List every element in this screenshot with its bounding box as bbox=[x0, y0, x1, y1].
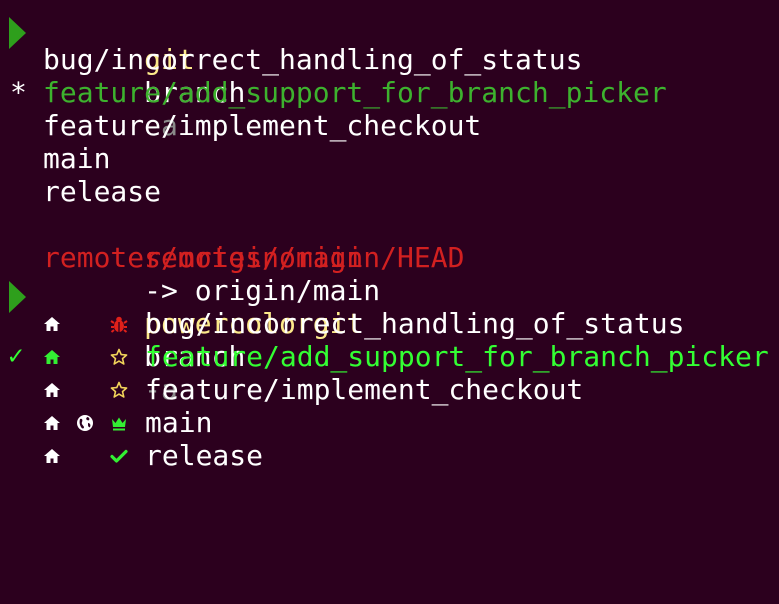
list-item: main bbox=[0, 142, 110, 175]
star-outline-icon bbox=[110, 348, 128, 365]
home-icon bbox=[44, 317, 60, 331]
branch-name: bug/incorrect_handling_of_status bbox=[145, 307, 685, 340]
current-branch-check-icon: ✓ bbox=[8, 341, 24, 371]
list-item: feature/implement_checkout bbox=[0, 109, 481, 142]
home-icon bbox=[44, 350, 60, 364]
check-icon bbox=[110, 449, 128, 463]
list-item-current: * feature/add_support_for_branch_picker bbox=[0, 76, 667, 109]
list-item: release bbox=[0, 175, 161, 208]
terminal-window: git branch -a bug/incorrect_handling_of_… bbox=[0, 0, 779, 482]
home-icon bbox=[44, 383, 60, 397]
branch-name: bug/incorrect_handling_of_status bbox=[43, 43, 583, 76]
prompt-line-git: git branch -a bbox=[0, 10, 245, 142]
remote-branch-name: remotes/origin/main bbox=[43, 241, 364, 274]
crown-icon bbox=[112, 417, 126, 431]
branch-name: feature/implement_checkout bbox=[145, 373, 584, 406]
branch-name: feature/add_support_for_branch_picker bbox=[43, 76, 667, 109]
branch-name: feature/add_support_for_branch_picker bbox=[145, 340, 769, 373]
branch-name: release bbox=[145, 439, 264, 472]
branch-name: release bbox=[43, 175, 162, 208]
list-item: release bbox=[0, 439, 779, 472]
bug-icon bbox=[110, 316, 128, 333]
list-item-remote: remotes/origin/main bbox=[0, 241, 363, 274]
globe-icon bbox=[77, 415, 93, 431]
prompt-line-powercolorgit: powercolorgit branch -a bbox=[0, 274, 363, 406]
current-branch-marker: * bbox=[10, 76, 27, 109]
list-item: bug/incorrect_handling_of_status bbox=[0, 43, 582, 76]
branch-name: feature/implement_checkout bbox=[43, 109, 482, 142]
branch-name: main bbox=[145, 406, 213, 439]
list-item: feature/implement_checkout bbox=[0, 373, 779, 406]
list-item: main bbox=[0, 406, 779, 439]
branch-name: main bbox=[43, 142, 111, 175]
home-icon bbox=[44, 449, 60, 463]
list-item-remote: remotes/origin/HEAD -> origin/main bbox=[0, 208, 464, 307]
home-icon bbox=[44, 416, 60, 430]
star-outline-icon bbox=[110, 381, 128, 398]
list-item-current: ✓ feature/add_support_for_branch_picker bbox=[0, 340, 779, 373]
list-item: bug/incorrect_handling_of_status bbox=[0, 307, 779, 340]
